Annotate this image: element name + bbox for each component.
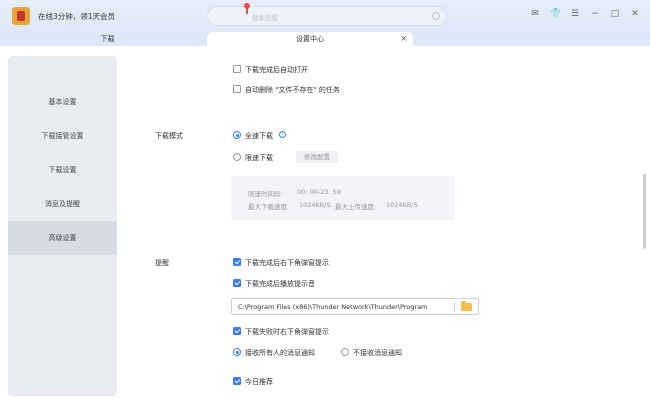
sidebar-item-basic[interactable]: 基本设置 xyxy=(8,85,117,119)
limited-speed-radio[interactable] xyxy=(233,153,241,161)
tab-settings[interactable]: 设置中心 × xyxy=(207,32,413,46)
close-tab-icon[interactable]: × xyxy=(400,32,407,46)
fail-popup-checkbox[interactable] xyxy=(233,327,241,335)
today-recommend-checkbox[interactable] xyxy=(233,377,241,385)
sidebar-item-advanced[interactable]: 高级设置 xyxy=(8,221,117,255)
max-download-label: 最大下载速度: xyxy=(248,203,290,211)
time-range-label: 限速时间段: xyxy=(248,190,283,198)
remind-label: 提醒 xyxy=(155,259,169,267)
download-mode-label: 下载模式 xyxy=(155,132,183,140)
menu-icon[interactable]: ☰ xyxy=(570,9,580,19)
search-bar[interactable]: 搜索迅雷 xyxy=(207,3,447,26)
receive-all-radio[interactable] xyxy=(233,348,241,356)
divider xyxy=(454,302,455,312)
remind-popup-checkbox[interactable] xyxy=(233,258,241,266)
sidebar-item-takeover[interactable]: 下载接管设置 xyxy=(8,119,117,153)
window-controls: ✉ 👕 ☰ − □ ✕ xyxy=(530,9,640,19)
search-placeholder: 搜索迅雷 xyxy=(252,14,278,22)
max-upload-label: 最大上传速度: xyxy=(335,203,377,211)
remind-popup-label: 下载完成后右下角弹窗提示 xyxy=(245,259,329,267)
fail-popup-label: 下载失败时右下角弹窗提示 xyxy=(245,328,329,336)
sidebar-item-download[interactable]: 下载设置 xyxy=(8,153,117,187)
full-speed-radio[interactable] xyxy=(233,131,241,139)
max-upload-value: 1024KB/S xyxy=(386,201,418,209)
scrollbar[interactable] xyxy=(643,174,646,249)
receive-none-label: 不接收消息通知 xyxy=(353,349,402,357)
tab-bar: 下载 设置中心 × xyxy=(0,32,650,46)
auto-delete-checkbox[interactable] xyxy=(233,85,241,93)
full-speed-label: 全速下载 xyxy=(245,132,273,140)
tab-settings-label: 设置中心 xyxy=(296,35,324,43)
promo-text[interactable]: 在线3分钟，领1天会员 xyxy=(38,11,115,22)
auto-open-label: 下载完成后自动打开 xyxy=(245,66,308,74)
remind-sound-checkbox[interactable] xyxy=(233,279,241,287)
auto-delete-label: 自动删除 "文件不存在" 的任务 xyxy=(245,86,340,94)
receive-none-radio[interactable] xyxy=(341,348,349,356)
tab-download[interactable]: 下载 xyxy=(0,32,215,46)
minimize-icon[interactable]: − xyxy=(590,9,600,19)
speed-limit-info: 限速时间段: 00: 00-23: 59 最大下载速度: 1024KB/S 最大… xyxy=(231,176,455,220)
close-icon[interactable]: ✕ xyxy=(630,9,640,19)
shirt-icon[interactable]: 👕 xyxy=(550,9,561,19)
remind-sound-label: 下载完成后播放提示音 xyxy=(245,280,315,288)
sound-path-field[interactable]: C:\Program Files (x86)\Thunder Network\T… xyxy=(231,298,479,315)
folder-icon[interactable] xyxy=(461,301,472,311)
today-recommend-label: 今日推荐 xyxy=(245,378,273,386)
settings-panel: 基本设置 下载接管设置 下载设置 消息及提醒 高级设置 下载完成后自动打开 自动… xyxy=(0,46,650,398)
settings-sidebar: 基本设置 下载接管设置 下载设置 消息及提醒 高级设置 xyxy=(8,56,117,396)
sidebar-item-messages[interactable]: 消息及提醒 xyxy=(8,187,117,221)
auto-open-checkbox[interactable] xyxy=(233,65,241,73)
avatar[interactable] xyxy=(12,7,30,25)
time-range-value: 00: 00-23: 59 xyxy=(297,188,341,196)
title-bar: 在线3分钟，领1天会员 搜索迅雷 ✉ 👕 ☰ − □ ✕ xyxy=(0,0,650,32)
modify-config-button[interactable]: 修改配置 xyxy=(296,151,338,163)
pin-icon xyxy=(244,3,250,14)
search-icon[interactable] xyxy=(432,12,440,20)
receive-all-label: 接收所有人的消息通知 xyxy=(245,349,315,357)
limited-speed-label: 限速下载 xyxy=(245,154,273,162)
sound-path-value: C:\Program Files (x86)\Thunder Network\T… xyxy=(238,303,428,311)
mail-icon[interactable]: ✉ xyxy=(530,9,540,19)
max-download-value: 1024KB/S xyxy=(299,201,331,209)
maximize-icon[interactable]: □ xyxy=(610,9,620,19)
info-icon[interactable]: i xyxy=(279,131,286,138)
